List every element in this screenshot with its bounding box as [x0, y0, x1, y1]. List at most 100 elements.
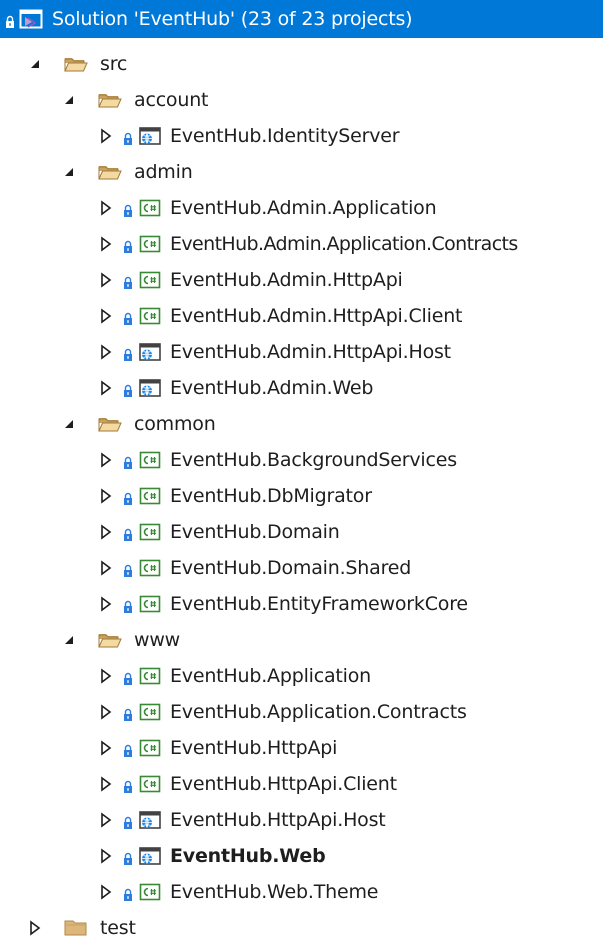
solution-explorer-tree: Solution 'EventHub' (23 of 23 projects) …: [0, 0, 603, 951]
project-row-domain-shared[interactable]: EventHub.Domain.Shared: [0, 550, 603, 586]
project-label: EventHub.Admin.HttpApi: [170, 269, 403, 291]
lock-icon: [123, 525, 133, 539]
csharp-project-icon: [139, 307, 161, 325]
project-label: EventHub.Domain: [170, 521, 340, 543]
project-row-efcore[interactable]: EventHub.EntityFrameworkCore: [0, 586, 603, 622]
project-row-admin-httpapi-host[interactable]: EventHub.Admin.HttpApi.Host: [0, 334, 603, 370]
csharp-project-icon: [139, 703, 161, 721]
folder-row-common[interactable]: common: [0, 406, 603, 442]
project-label: EventHub.IdentityServer: [170, 125, 400, 147]
lock-icon: [123, 597, 133, 611]
web-project-icon: [139, 811, 161, 829]
solution-row[interactable]: Solution 'EventHub' (23 of 23 projects): [0, 0, 603, 38]
project-label: EventHub.Admin.HttpApi.Host: [170, 341, 451, 363]
collapsed-arrow-icon[interactable]: [99, 668, 113, 684]
csharp-project-icon: [139, 451, 161, 469]
expanded-arrow-icon[interactable]: [62, 632, 76, 648]
folder-row-src[interactable]: src: [0, 46, 603, 82]
project-row-db-migrator[interactable]: EventHub.DbMigrator: [0, 478, 603, 514]
project-row-admin-application[interactable]: EventHub.Admin.Application: [0, 190, 603, 226]
project-row-admin-httpapi-client[interactable]: EventHub.Admin.HttpApi.Client: [0, 298, 603, 334]
web-project-icon: [139, 127, 161, 145]
lock-icon: [123, 669, 133, 683]
folder-row-test[interactable]: test: [0, 910, 603, 946]
csharp-project-icon: [139, 235, 161, 253]
folder-closed-icon: [64, 919, 88, 937]
csharp-project-icon: [139, 271, 161, 289]
project-row-web-startup[interactable]: EventHub.Web: [0, 838, 603, 874]
expanded-arrow-icon[interactable]: [62, 92, 76, 108]
collapsed-arrow-icon[interactable]: [28, 920, 42, 936]
lock-icon: [123, 129, 133, 143]
project-row-httpapi-host[interactable]: EventHub.HttpApi.Host: [0, 802, 603, 838]
project-row-admin-application-contracts[interactable]: EventHub.Admin.Application.Contracts: [0, 226, 603, 262]
folder-label-common: common: [134, 413, 216, 435]
project-row-application[interactable]: EventHub.Application: [0, 658, 603, 694]
project-label: EventHub.HttpApi.Host: [170, 809, 386, 831]
csharp-project-icon: [139, 559, 161, 577]
project-label: EventHub.EntityFrameworkCore: [170, 593, 468, 615]
project-label: EventHub.Application: [170, 665, 372, 687]
csharp-project-icon: [139, 667, 161, 685]
lock-icon: [123, 381, 133, 395]
expanded-arrow-icon[interactable]: [28, 56, 42, 72]
lock-icon: [123, 309, 133, 323]
project-row-admin-httpapi[interactable]: EventHub.Admin.HttpApi: [0, 262, 603, 298]
collapsed-arrow-icon[interactable]: [99, 200, 113, 216]
lock-icon: [123, 849, 133, 863]
project-label: EventHub.Application.Contracts: [170, 701, 467, 723]
folder-open-icon: [98, 91, 122, 109]
project-row-admin-web[interactable]: EventHub.Admin.Web: [0, 370, 603, 406]
collapsed-arrow-icon[interactable]: [99, 128, 113, 144]
collapsed-arrow-icon[interactable]: [99, 884, 113, 900]
expanded-arrow-icon[interactable]: [62, 164, 76, 180]
project-row-domain[interactable]: EventHub.Domain: [0, 514, 603, 550]
folder-row-account[interactable]: account: [0, 82, 603, 118]
lock-icon: [123, 345, 133, 359]
csharp-project-icon: [139, 739, 161, 757]
project-row-background-services[interactable]: EventHub.BackgroundServices: [0, 442, 603, 478]
lock-icon: [123, 777, 133, 791]
web-project-icon: [139, 343, 161, 361]
project-row-application-contracts[interactable]: EventHub.Application.Contracts: [0, 694, 603, 730]
collapsed-arrow-icon[interactable]: [99, 344, 113, 360]
collapsed-arrow-icon[interactable]: [99, 776, 113, 792]
project-row-web-theme[interactable]: EventHub.Web.Theme: [0, 874, 603, 910]
folder-row-www[interactable]: www: [0, 622, 603, 658]
collapsed-arrow-icon[interactable]: [99, 272, 113, 288]
collapsed-arrow-icon[interactable]: [99, 740, 113, 756]
startup-project-label: EventHub.Web: [170, 845, 326, 867]
lock-icon: [123, 813, 133, 827]
collapsed-arrow-icon[interactable]: [99, 560, 113, 576]
lock-icon: [123, 705, 133, 719]
folder-label-test: test: [100, 917, 136, 939]
collapsed-arrow-icon[interactable]: [99, 596, 113, 612]
collapsed-arrow-icon[interactable]: [99, 452, 113, 468]
solution-title: Solution 'EventHub' (23 of 23 projects): [52, 8, 413, 30]
project-label: EventHub.Admin.Web: [170, 377, 374, 399]
collapsed-arrow-icon[interactable]: [99, 380, 113, 396]
project-row-identity-server[interactable]: EventHub.IdentityServer: [0, 118, 603, 154]
lock-icon: [5, 12, 15, 28]
collapsed-arrow-icon[interactable]: [99, 308, 113, 324]
project-label: EventHub.Web.Theme: [170, 881, 379, 903]
lock-icon: [123, 561, 133, 575]
folder-label-admin: admin: [134, 161, 193, 183]
folder-row-admin[interactable]: admin: [0, 154, 603, 190]
csharp-project-icon: [139, 775, 161, 793]
expanded-arrow-icon[interactable]: [62, 416, 76, 432]
lock-icon: [123, 201, 133, 215]
folder-open-icon: [98, 415, 122, 433]
collapsed-arrow-icon[interactable]: [99, 524, 113, 540]
collapsed-arrow-icon[interactable]: [99, 236, 113, 252]
folder-label-src: src: [100, 53, 128, 75]
web-project-icon: [139, 847, 161, 865]
project-row-httpapi-client[interactable]: EventHub.HttpApi.Client: [0, 766, 603, 802]
csharp-project-icon: [139, 199, 161, 217]
collapsed-arrow-icon[interactable]: [99, 488, 113, 504]
collapsed-arrow-icon[interactable]: [99, 704, 113, 720]
collapsed-arrow-icon[interactable]: [99, 848, 113, 864]
collapsed-arrow-icon[interactable]: [99, 812, 113, 828]
project-row-httpapi[interactable]: EventHub.HttpApi: [0, 730, 603, 766]
project-label: EventHub.BackgroundServices: [170, 449, 457, 471]
